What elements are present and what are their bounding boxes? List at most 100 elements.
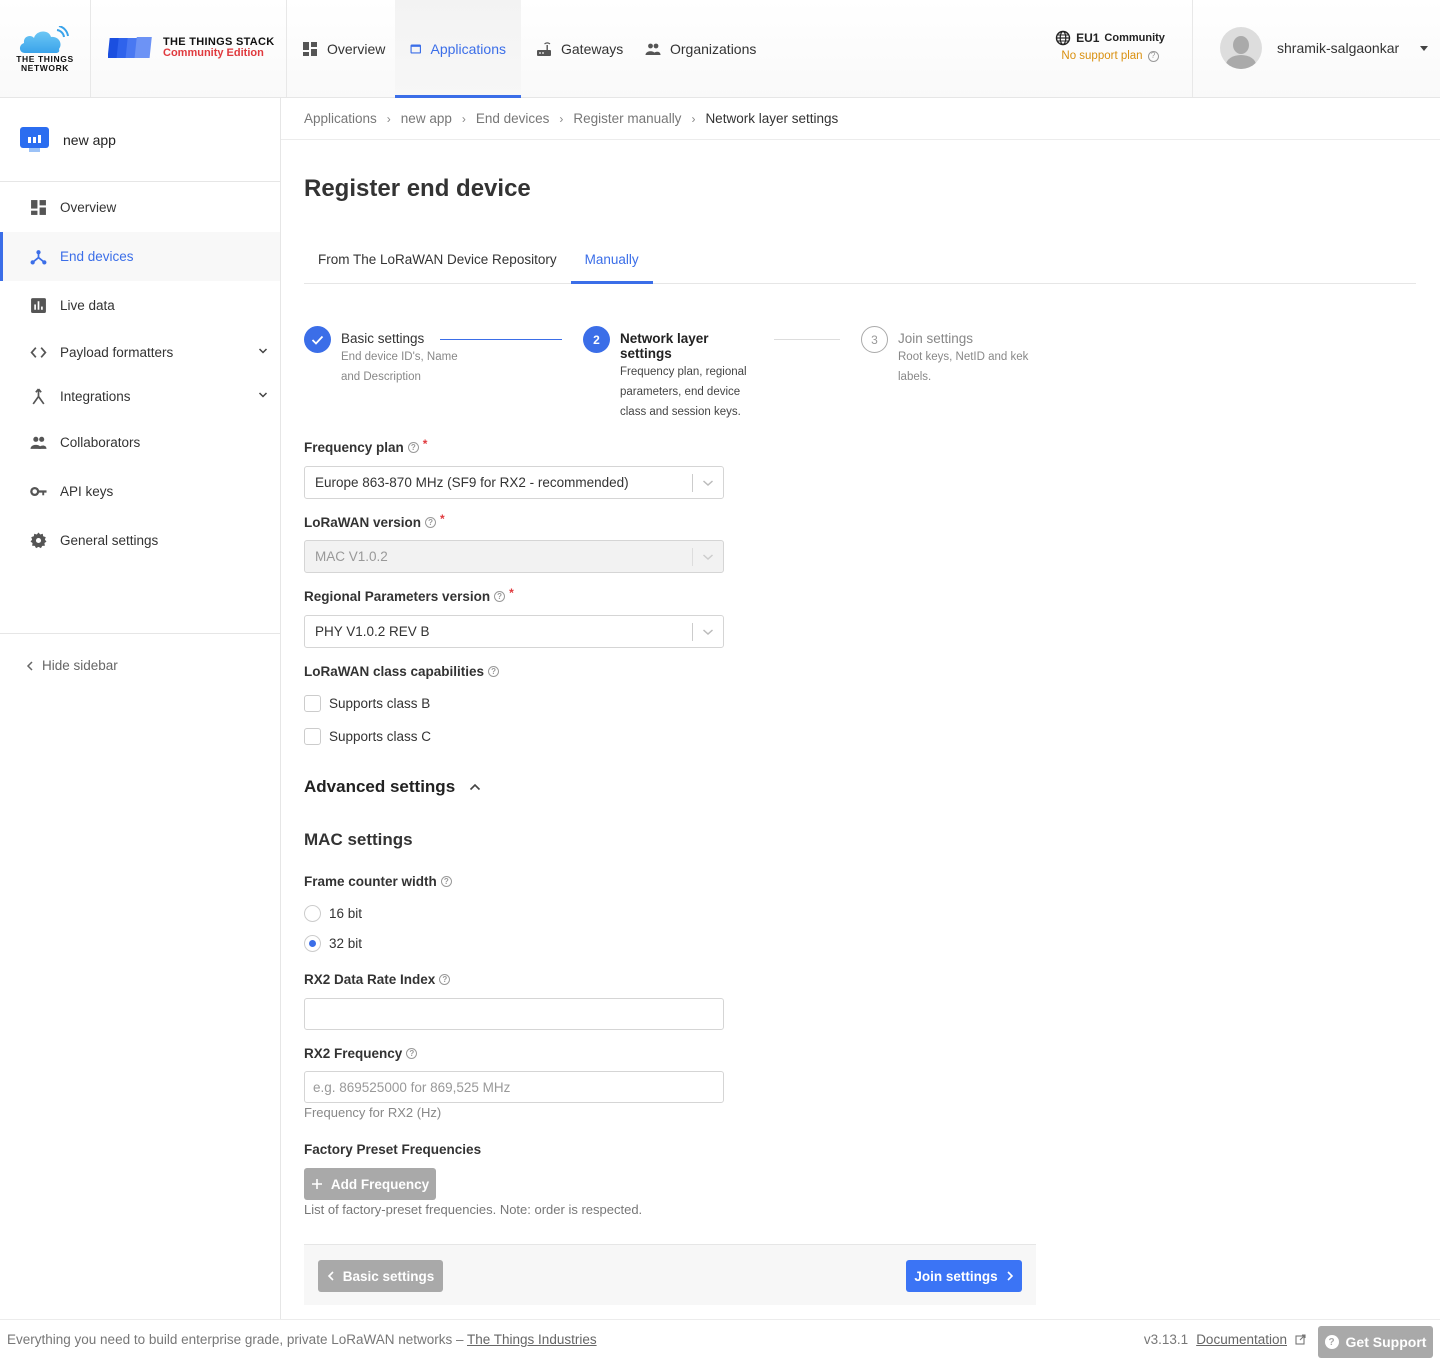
help-icon[interactable]: ?: [1147, 50, 1159, 62]
header-divider: [1192, 0, 1193, 97]
supports-class-c-checkbox[interactable]: Supports class C: [304, 728, 431, 745]
username: shramik-salgaonkar: [1277, 40, 1400, 56]
help-icon[interactable]: ?: [407, 442, 419, 453]
help-icon[interactable]: ?: [439, 974, 451, 985]
tab-manually[interactable]: Manually: [570, 240, 653, 284]
sidebar-item-label: Collaborators: [60, 435, 141, 450]
chevron-left-icon: [26, 660, 33, 671]
chevron-down-icon: [703, 554, 713, 561]
tab-device-repository[interactable]: From The LoRaWAN Device Repository: [304, 240, 571, 283]
cluster-suffix: Community: [1104, 32, 1165, 44]
help-icon[interactable]: ?: [494, 591, 506, 602]
breadcrumb: Applications › new app › End devices › R…: [281, 98, 1440, 140]
merge-icon: [32, 388, 45, 404]
nav-organizations[interactable]: Organizations: [630, 0, 771, 97]
nav-overview[interactable]: Overview: [287, 0, 400, 97]
things-industries-link[interactable]: The Things Industries: [467, 1332, 597, 1347]
sidebar-item-end-devices[interactable]: End devices: [0, 232, 280, 281]
breadcrumb-end-devices[interactable]: End devices: [476, 111, 550, 126]
cluster-name: EU1: [1076, 31, 1100, 45]
tts-logo-subtitle: Community Edition: [163, 47, 264, 59]
label-text: RX2 Data Rate Index: [304, 972, 436, 987]
breadcrumb-app[interactable]: new app: [401, 111, 452, 126]
frame-counter-16bit-radio[interactable]: 16 bit: [304, 905, 362, 922]
add-frequency-button[interactable]: Add Frequency: [304, 1168, 436, 1200]
radio-label: 32 bit: [329, 936, 363, 951]
people-icon: [645, 43, 661, 55]
tts-logo[interactable]: THE THINGS STACK Community Edition: [108, 35, 288, 63]
nav-applications-label: Applications: [430, 40, 507, 57]
get-support-button[interactable]: ? Get Support: [1318, 1326, 1433, 1358]
sidebar-item-live-data[interactable]: Live data: [0, 281, 280, 330]
bar-chart-icon: [31, 298, 46, 313]
sidebar-item-collaborators[interactable]: Collaborators: [0, 418, 280, 467]
top-header: THE THINGS NETWORK THE THINGS STACK Commu…: [0, 0, 1440, 98]
nav-gateways[interactable]: Gateways: [521, 0, 638, 97]
breadcrumb-current: Network layer settings: [705, 111, 839, 126]
registration-tabs: From The LoRaWAN Device Repository Manua…: [304, 240, 1416, 284]
frame-counter-label: Frame counter width ?: [304, 874, 452, 889]
router-icon: [537, 41, 551, 56]
back-basic-settings-button[interactable]: Basic settings: [318, 1260, 443, 1292]
plus-icon: [311, 1179, 322, 1189]
rx2-data-rate-input[interactable]: [304, 998, 724, 1030]
sidebar-item-label: API keys: [60, 484, 114, 499]
required-marker: *: [440, 511, 445, 526]
mac-settings-heading: MAC settings: [304, 830, 413, 850]
sidebar-item-general-settings[interactable]: General settings: [0, 516, 280, 565]
tagline-text: Everything you need to build enterprise …: [7, 1332, 464, 1347]
step-description: Root keys, NetID and kek labels.: [898, 351, 1029, 383]
rx2-data-rate-label: RX2 Data Rate Index ?: [304, 972, 451, 987]
required-marker: *: [509, 585, 514, 600]
required-marker: *: [422, 436, 428, 451]
label-text: Regional Parameters version: [304, 589, 491, 604]
stack-blocks-icon: [108, 37, 152, 58]
frame-counter-32bit-radio[interactable]: 32 bit: [304, 935, 362, 952]
supports-class-b-checkbox[interactable]: Supports class B: [304, 695, 430, 712]
sidebar-item-payload-formatters[interactable]: Payload formatters: [0, 330, 280, 374]
checkbox[interactable]: [304, 695, 321, 712]
sidebar-item-label: Overview: [60, 200, 117, 215]
sidebar-item-label: Live data: [60, 298, 115, 313]
advanced-settings-toggle[interactable]: Advanced settings: [304, 777, 481, 797]
help-icon[interactable]: ?: [406, 1048, 418, 1059]
radio-label: 16 bit: [329, 906, 363, 921]
rx2-frequency-input[interactable]: [304, 1071, 724, 1103]
chevron-down-icon: [703, 629, 713, 636]
breadcrumb-applications[interactable]: Applications: [304, 111, 377, 126]
question-icon: ?: [1324, 1335, 1339, 1349]
sidebar-item-integrations[interactable]: Integrations: [0, 374, 280, 418]
cloud-icon: [19, 26, 69, 53]
support-plan-status: No support plan: [1061, 50, 1143, 62]
chevron-down-icon: [258, 348, 268, 354]
version-label: v3.13.1: [1143, 1332, 1189, 1347]
sidebar-item-api-keys[interactable]: API keys: [0, 467, 280, 516]
breadcrumb-register-manually[interactable]: Register manually: [573, 111, 681, 126]
ttn-logo[interactable]: THE THINGS NETWORK: [14, 22, 76, 78]
step-basic-settings[interactable]: Basic settings End device ID's, Name and…: [304, 326, 474, 387]
help-icon[interactable]: ?: [488, 666, 500, 677]
gear-icon: [30, 532, 47, 549]
globe-icon: [1055, 30, 1071, 46]
nav-applications[interactable]: Applications: [395, 0, 521, 98]
checkbox[interactable]: [304, 728, 321, 745]
user-menu[interactable]: shramik-salgaonkar: [1220, 27, 1429, 69]
next-join-settings-button[interactable]: Join settings: [906, 1260, 1022, 1292]
header-divider: [90, 0, 91, 97]
step-number: 2: [583, 326, 610, 353]
radio-button[interactable]: [304, 935, 321, 952]
documentation-link[interactable]: Documentation: [1196, 1332, 1287, 1347]
radio-button[interactable]: [304, 905, 321, 922]
step-connector: [440, 339, 562, 340]
hide-sidebar-button[interactable]: Hide sidebar: [26, 658, 118, 673]
frequency-plan-label: Frequency plan ? *: [304, 436, 428, 456]
frequency-plan-select[interactable]: Europe 863-870 MHz (SF9 for RX2 - recomm…: [304, 466, 724, 499]
cluster-info[interactable]: EU1 Community No support plan ?: [1040, 30, 1180, 62]
regional-params-select[interactable]: PHY V1.0.2 REV B: [304, 615, 724, 648]
factory-presets-hint: List of factory-preset frequencies. Note…: [304, 1202, 643, 1217]
sidebar-item-overview[interactable]: Overview: [0, 183, 280, 232]
chevron-right-icon: ›: [461, 111, 466, 126]
help-icon[interactable]: ?: [440, 876, 452, 887]
help-icon[interactable]: ?: [425, 517, 437, 528]
step-number: 3: [861, 326, 888, 353]
